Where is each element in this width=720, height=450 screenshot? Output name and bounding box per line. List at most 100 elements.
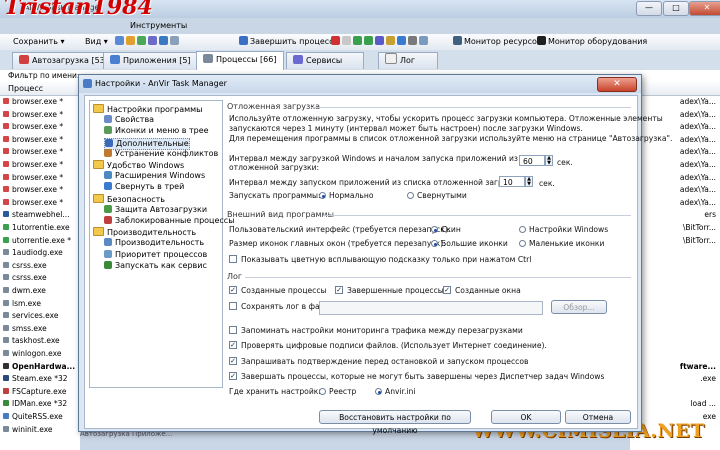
ui-windows-label: Настройки Windows bbox=[529, 225, 609, 234]
interval2-input[interactable]: 10 bbox=[499, 176, 525, 187]
process-name: csrss.exe bbox=[12, 260, 47, 270]
tree-item[interactable]: Расширения Windows bbox=[104, 171, 205, 181]
tree-item[interactable]: Производительность bbox=[104, 238, 204, 248]
tree-label: Настройки программы bbox=[107, 105, 203, 114]
tree-item[interactable]: Свернуть в трей bbox=[104, 182, 184, 192]
tree-folder[interactable]: Удобство Windows bbox=[93, 160, 184, 171]
store-ini-label: Anvir.ini bbox=[385, 387, 416, 396]
log-created-processes-checkbox[interactable]: ✓ bbox=[229, 286, 237, 294]
close-button[interactable]: ✕ bbox=[689, 1, 720, 16]
end-process-button[interactable]: Завершить процесс bbox=[236, 35, 337, 48]
tree-folder[interactable]: Производительность bbox=[93, 227, 196, 238]
process-path-cell: adex\Ya... bbox=[679, 122, 716, 132]
restore-defaults-button[interactable]: Восстановить настройки по умолчанию bbox=[319, 410, 471, 435]
process-row[interactable]: utorrentie.exe * bbox=[0, 235, 80, 248]
tree-item[interactable]: Дополнительные bbox=[104, 137, 190, 150]
save-button[interactable]: Сохранить ▾ bbox=[10, 35, 68, 48]
ui-windows-radio[interactable] bbox=[519, 226, 526, 233]
tree-item[interactable]: Устранение конфликтов bbox=[104, 148, 218, 159]
hardware-monitor-button[interactable]: Монитор оборудования bbox=[534, 35, 650, 48]
process-row[interactable]: steamwebhel... bbox=[0, 209, 80, 222]
tree-folder[interactable]: Безопасность bbox=[93, 193, 165, 205]
interval1-stepper[interactable]: ▲ ▼ bbox=[545, 155, 553, 166]
icon-large-radio[interactable] bbox=[431, 240, 438, 247]
run-normal-radio[interactable] bbox=[319, 192, 326, 199]
process-row[interactable]: QuiteRSS.exe bbox=[0, 411, 80, 424]
check-signatures-checkbox[interactable]: ✓ bbox=[229, 341, 237, 349]
app-icon bbox=[83, 79, 92, 88]
toolbar-icons-group-2[interactable] bbox=[328, 35, 433, 48]
tree-label: Безопасность bbox=[107, 194, 165, 204]
process-icon bbox=[3, 135, 9, 142]
process-row[interactable]: dwm.exe bbox=[0, 285, 80, 298]
process-row[interactable]: smss.exe bbox=[0, 323, 80, 336]
process-row[interactable]: FSCapture.exe bbox=[0, 386, 80, 399]
resource-monitor-label: Монитор ресурсов bbox=[464, 37, 542, 46]
tab-processes[interactable]: Процессы [66] bbox=[196, 51, 284, 70]
ui-skin-radio[interactable] bbox=[431, 226, 438, 233]
process-row[interactable]: browser.exe * bbox=[0, 184, 80, 197]
process-icon bbox=[3, 287, 9, 293]
maximize-button[interactable]: □ bbox=[663, 1, 689, 16]
process-row[interactable]: lsm.exe bbox=[0, 298, 80, 311]
process-row[interactable]: browser.exe * bbox=[0, 109, 80, 122]
remember-traffic-checkbox[interactable] bbox=[229, 326, 237, 334]
end-process-label: Завершить процесс bbox=[250, 37, 334, 46]
log-save-file-checkbox[interactable] bbox=[229, 302, 237, 310]
process-icon bbox=[3, 148, 9, 155]
process-row[interactable]: browser.exe * bbox=[0, 159, 80, 172]
process-row[interactable]: taskhost.exe bbox=[0, 335, 80, 348]
ok-button[interactable]: OK bbox=[491, 410, 561, 424]
minimize-button[interactable]: — bbox=[636, 1, 662, 16]
tab-log[interactable]: Лог bbox=[378, 52, 438, 69]
process-row[interactable]: browser.exe * bbox=[0, 172, 80, 185]
process-row[interactable]: Steam.exe *32 bbox=[0, 373, 80, 386]
tab-services[interactable]: Сервисы bbox=[286, 52, 364, 69]
process-row[interactable]: IDMan.exe *32 bbox=[0, 398, 80, 411]
cancel-button[interactable]: Отмена bbox=[565, 410, 631, 424]
process-row[interactable]: browser.exe * bbox=[0, 146, 80, 159]
process-row[interactable]: 1audiodg.exe bbox=[0, 247, 80, 260]
settings-item-icon bbox=[104, 216, 112, 224]
run-minimized-radio[interactable] bbox=[407, 192, 414, 199]
process-row[interactable]: browser.exe * bbox=[0, 96, 80, 109]
tree-item[interactable]: Заблокированные процессы bbox=[104, 216, 235, 226]
store-ini-radio[interactable] bbox=[375, 388, 382, 395]
process-row[interactable]: wininit.exe bbox=[0, 424, 80, 437]
process-row[interactable]: 1utorrentie.exe bbox=[0, 222, 80, 235]
log-created-windows-checkbox[interactable]: ✓ bbox=[443, 286, 451, 294]
resource-monitor-button[interactable]: Монитор ресурсов bbox=[450, 35, 545, 48]
process-row[interactable]: browser.exe * bbox=[0, 134, 80, 147]
process-row[interactable]: csrss.exe bbox=[0, 272, 80, 285]
tree-item[interactable]: Свойства bbox=[104, 115, 154, 125]
store-registry-radio[interactable] bbox=[319, 388, 326, 395]
menu-item-tools[interactable]: Инструменты bbox=[130, 21, 187, 30]
tree-folder[interactable]: Настройки программы bbox=[93, 104, 203, 115]
process-row[interactable]: services.exe bbox=[0, 310, 80, 323]
process-row[interactable]: browser.exe * bbox=[0, 121, 80, 134]
process-row[interactable]: browser.exe * bbox=[0, 197, 80, 210]
column-process[interactable]: Процесс bbox=[8, 84, 43, 93]
confirm-stop-checkbox[interactable]: ✓ bbox=[229, 357, 237, 365]
tree-item[interactable]: Запускать как сервис bbox=[104, 260, 207, 271]
view-button[interactable]: Вид ▾ bbox=[82, 35, 111, 48]
log-finished-processes-checkbox[interactable]: ✓ bbox=[335, 286, 343, 294]
process-row[interactable]: OpenHardwa... bbox=[0, 361, 80, 374]
process-name: browser.exe * bbox=[12, 109, 64, 119]
process-row[interactable]: csrss.exe bbox=[0, 260, 80, 273]
run-minimized-label: Свернутыми bbox=[417, 191, 467, 200]
tree-item[interactable]: Защита Автозагрузки bbox=[104, 204, 207, 215]
kill-hung-checkbox[interactable]: ✓ bbox=[229, 372, 237, 380]
process-row[interactable]: winlogon.exe bbox=[0, 348, 80, 361]
tree-item[interactable]: Иконки и меню в трее bbox=[104, 126, 209, 136]
tab-applications[interactable]: Приложения [5] bbox=[103, 52, 201, 69]
toolbar-icons-group[interactable] bbox=[112, 35, 184, 48]
icon-small-radio[interactable] bbox=[519, 240, 526, 247]
browse-button[interactable]: Обзор... bbox=[551, 300, 607, 314]
dialog-close-button[interactable]: ✕ bbox=[597, 77, 637, 92]
tree-item[interactable]: Приоритет процессов bbox=[104, 249, 207, 260]
tooltip-ctrl-checkbox[interactable] bbox=[229, 255, 237, 263]
interval1-input[interactable]: 60 bbox=[519, 155, 545, 166]
interval2-stepper[interactable]: ▲ ▼ bbox=[525, 176, 533, 187]
process-path-cell: adex\Ya... bbox=[679, 172, 716, 182]
